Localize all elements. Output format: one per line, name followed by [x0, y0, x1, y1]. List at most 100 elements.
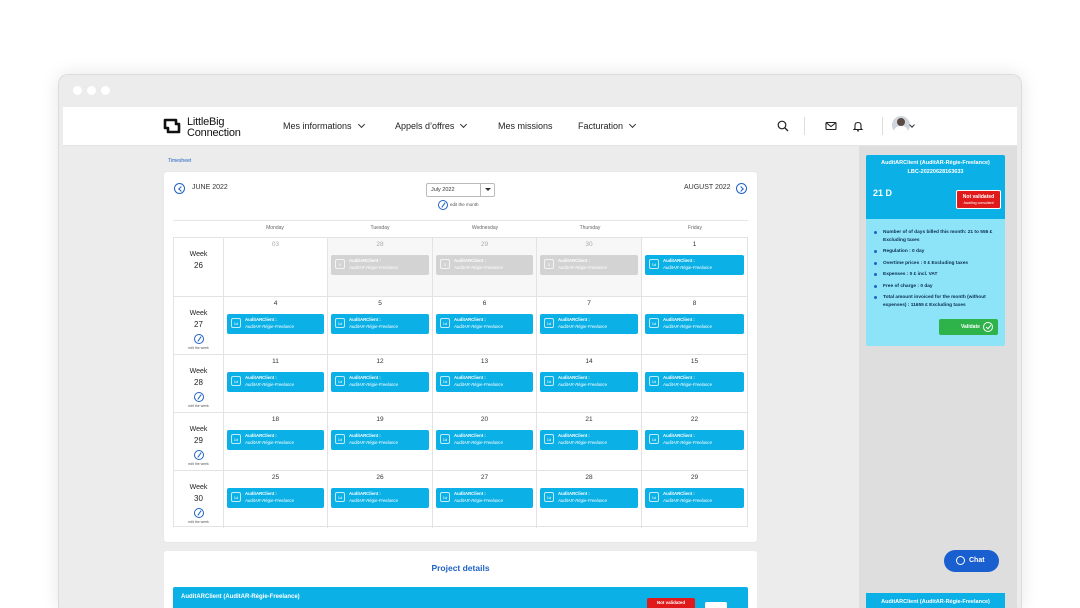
day-cell-tuesday[interactable]: 19 1d AuditARClient : AuditAR-Régie-Freelan… [328, 413, 433, 470]
chat-button[interactable]: Chat [944, 550, 999, 572]
day-cell-friday[interactable]: 29 1d AuditARClient : AuditAR-Régie-Freelan… [642, 471, 747, 528]
day-cell-wednesday[interactable]: 13 1d AuditARClient : AuditAR-Régie-Freelan… [433, 355, 537, 412]
edit-icon[interactable] [193, 450, 204, 460]
timesheet-entry[interactable]: 1d AuditARClient : AuditAR-Régie-Freelance [645, 255, 744, 275]
timesheet-entry[interactable]: 1d AuditARClient : AuditAR-Régie-Freelance [227, 372, 324, 392]
brand-logo[interactable]: LittleBig Connection [163, 116, 253, 140]
menu-facturation[interactable]: Facturation [578, 120, 637, 131]
timesheet-entry[interactable]: 1d AuditARClient : AuditAR-Régie-Freelance [436, 488, 533, 508]
day-cell-friday[interactable]: 22 1d AuditARClient : AuditAR-Régie-Freelan… [642, 413, 747, 470]
bell-icon[interactable] [852, 120, 864, 132]
timesheet-entry[interactable]: 1d AuditARClient : AuditAR-Régie-Freelance [645, 314, 744, 334]
timesheet-entry[interactable]: 1d AuditARClient : AuditAR-Régie-Freelance [540, 430, 638, 450]
entry-mission: AuditAR-Régie-Freelance [454, 382, 503, 387]
summary-item: Expenses : 0 £ incl. VAT [874, 271, 1000, 279]
day-cell-thursday[interactable]: 7 1d AuditARClient : AuditAR-Régie-Freelanc… [537, 297, 642, 354]
entry-client: AuditARClient : [454, 491, 486, 496]
avatar-head [897, 118, 905, 126]
entry-client: AuditARClient : [245, 491, 277, 496]
edit-icon[interactable] [438, 200, 448, 210]
edit-icon[interactable] [193, 392, 204, 402]
project-bar[interactable]: AuditARClient (AuditAR-Régie-Freelance) … [173, 587, 748, 608]
day-number: 28 [585, 474, 593, 481]
day-cell-friday[interactable]: 8 1d AuditARClient : AuditAR-Régie-Freelanc… [642, 297, 747, 354]
timesheet-entry[interactable]: 1d AuditARClient : AuditAR-Régie-Freelance [331, 488, 429, 508]
timesheet-entry[interactable]: 1d AuditARClient : AuditAR-Régie-Freelance [227, 314, 324, 334]
edit-week-link[interactable]: edit the week [174, 520, 223, 524]
timesheet-entry[interactable]: 0 AuditARClient : AuditAR-Régie-Freelance [436, 255, 533, 275]
next-month-button[interactable] [736, 183, 747, 194]
day-cell-thursday[interactable]: 14 1d AuditARClient : AuditAR-Régie-Freelan… [537, 355, 642, 412]
search-icon[interactable] [777, 120, 789, 132]
timesheet-entry[interactable]: 1d AuditARClient : AuditAR-Régie-Freelance [331, 430, 429, 450]
timesheet-entry[interactable]: 1d AuditARClient : AuditAR-Régie-Freelance [331, 372, 429, 392]
day-cell-wednesday[interactable]: 27 1d AuditARClient : AuditAR-Régie-Freelan… [433, 471, 537, 528]
day-cell-thursday[interactable]: 21 1d AuditARClient : AuditAR-Régie-Freelan… [537, 413, 642, 470]
day-header-wednesday: Wednesday [471, 225, 499, 231]
day-number: 19 [376, 416, 384, 423]
timesheet-entry[interactable]: 1d AuditARClient : AuditAR-Régie-Freelance [540, 372, 638, 392]
edit-icon[interactable] [193, 334, 204, 344]
timesheet-entry[interactable]: 1d AuditARClient : AuditAR-Régie-Freelance [436, 372, 533, 392]
month-select[interactable]: July 2022 [426, 183, 495, 197]
day-cell-monday[interactable]: 4 1d AuditARClient : AuditAR-Régie-Freelanc… [224, 297, 328, 354]
timesheet-entry[interactable]: 1d AuditARClient : AuditAR-Régie-Freelance [227, 430, 324, 450]
timesheet-entry[interactable]: 1d AuditARClient : AuditAR-Régie-Freelance [540, 488, 638, 508]
validate-button[interactable]: Validate [939, 319, 998, 335]
timesheet-entry[interactable]: 1d AuditARClient : AuditAR-Régie-Freelance [331, 314, 429, 334]
timesheet-entry[interactable]: 1d AuditARClient : AuditAR-Régie-Freelance [436, 314, 533, 334]
window-dot [73, 86, 82, 95]
timesheet-entry[interactable]: 1d AuditARClient : AuditAR-Régie-Freelance [645, 372, 744, 392]
edit-icon[interactable] [193, 508, 204, 518]
week-cell: Week 26 [174, 238, 224, 296]
next-month-label[interactable]: AUGUST 2022 [684, 184, 731, 191]
menu-mes-informations[interactable]: Mes informations [283, 120, 365, 131]
day-cell-monday[interactable]: 03 [224, 238, 328, 296]
calendar-week-row: Week 27 edit the week 4 1d AuditARClient : Aud… [174, 296, 747, 354]
edit-week-link[interactable]: edit the week [174, 404, 223, 408]
day-cell-friday[interactable]: 15 1d AuditARClient : AuditAR-Régie-Freelan… [642, 355, 747, 412]
avatar[interactable] [892, 116, 910, 134]
timesheet-entry[interactable]: 1d AuditARClient : AuditAR-Régie-Freelance [540, 314, 638, 334]
day-cell-wednesday[interactable]: 29 0 AuditARClient : AuditAR-Régie-Freelanc… [433, 238, 537, 296]
day-cell-wednesday[interactable]: 20 1d AuditARClient : AuditAR-Régie-Freelan… [433, 413, 537, 470]
entry-client: AuditARClient : [663, 491, 695, 496]
nav-divider [804, 117, 805, 135]
day-cell-tuesday[interactable]: 12 1d AuditARClient : AuditAR-Régie-Freelan… [328, 355, 433, 412]
menu-mes-missions[interactable]: Mes missions [498, 121, 553, 131]
timesheet-entry[interactable]: 1d AuditARClient : AuditAR-Régie-Freelance [645, 430, 744, 450]
day-cell-monday[interactable]: 18 1d AuditARClient : AuditAR-Régie-Freelan… [224, 413, 328, 470]
summary-item: Number of of days billed this month: 21 … [874, 229, 1000, 244]
day-cell-monday[interactable]: 25 1d AuditARClient : AuditAR-Régie-Freelan… [224, 471, 328, 528]
day-cell-wednesday[interactable]: 6 1d AuditARClient : AuditAR-Régie-Freelanc… [433, 297, 537, 354]
day-cell-tuesday[interactable]: 26 1d AuditARClient : AuditAR-Régie-Freelan… [328, 471, 433, 528]
timesheet-entry[interactable]: 1d AuditARClient : AuditAR-Régie-Freelance [227, 488, 324, 508]
project-bar-button[interactable] [705, 602, 727, 608]
edit-week-link[interactable]: edit the week [174, 462, 223, 466]
day-cell-thursday[interactable]: 30 0 AuditARClient : AuditAR-Régie-Freelanc… [537, 238, 642, 296]
timesheet-entry[interactable]: 1d AuditARClient : AuditAR-Régie-Freelance [645, 488, 744, 508]
breadcrumb[interactable]: Timesheet [168, 158, 191, 164]
day-cell-thursday[interactable]: 28 1d AuditARClient : AuditAR-Régie-Freelan… [537, 471, 642, 528]
entry-client: AuditARClient : [454, 375, 486, 380]
day-number: 5 [378, 300, 382, 307]
day-cell-tuesday[interactable]: 28 0 AuditARClient : AuditAR-Régie-Freelanc… [328, 238, 433, 296]
entry-client: AuditARClient : [245, 433, 277, 438]
status-badge: Not validated Awaiting consultant [956, 190, 1001, 209]
timesheet-entry[interactable]: 0 AuditARClient : AuditAR-Régie-Freelance [331, 255, 429, 275]
menu-label: Appels d’offres [395, 121, 455, 131]
edit-week-link[interactable]: edit the week [174, 346, 223, 350]
edit-month-link[interactable]: edit the month [450, 202, 479, 207]
day-cell-monday[interactable]: 11 1d AuditARClient : AuditAR-Régie-Freelan… [224, 355, 328, 412]
menu-appels-offres[interactable]: Appels d’offres [395, 120, 468, 131]
timesheet-entry[interactable]: 1d AuditARClient : AuditAR-Régie-Freelance [436, 430, 533, 450]
entry-client: AuditARClient : [454, 258, 486, 263]
previous-month-button[interactable] [174, 183, 185, 194]
window-dot [87, 86, 96, 95]
day-cell-tuesday[interactable]: 5 1d AuditARClient : AuditAR-Régie-Freelanc… [328, 297, 433, 354]
chevron-down-icon[interactable] [909, 122, 915, 128]
previous-month-label[interactable]: JUNE 2022 [192, 184, 228, 191]
mail-icon[interactable] [825, 120, 837, 132]
timesheet-entry[interactable]: 0 AuditARClient : AuditAR-Régie-Freelance [540, 255, 638, 275]
day-cell-friday[interactable]: 1 1d AuditARClient : AuditAR-Régie-Freelanc… [642, 238, 747, 296]
